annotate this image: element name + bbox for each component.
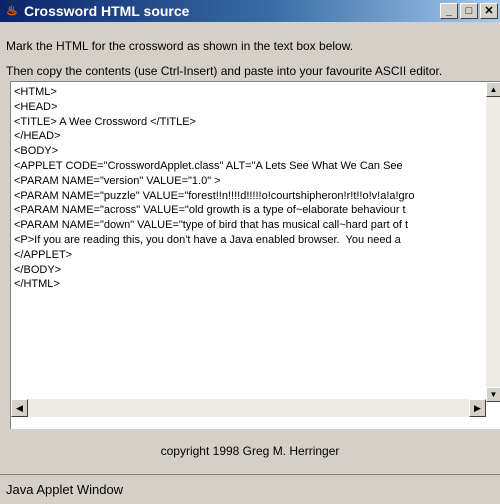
instruction-line-1: Mark the HTML for the crossword as shown…: [6, 39, 354, 53]
java-icon: ♨: [6, 3, 18, 18]
window-title: Crossword HTML source: [24, 3, 190, 19]
vertical-scrollbar[interactable]: ▲ ▼: [486, 82, 500, 402]
close-button[interactable]: ✕: [480, 3, 498, 19]
copyright-text: copyright 1998 Greg M. Herringer: [160, 444, 340, 458]
scroll-up-arrow-icon[interactable]: ▲: [486, 82, 500, 97]
minimize-button[interactable]: _: [440, 3, 458, 19]
status-bar: Java Applet Window: [0, 474, 500, 504]
scroll-right-arrow-icon[interactable]: ▶: [469, 399, 486, 417]
instruction-line-2: Then copy the contents (use Ctrl-Insert)…: [6, 64, 443, 78]
html-source-textarea[interactable]: <HTML> <HEAD> <TITLE> A Wee Crossword </…: [10, 81, 500, 429]
scroll-left-arrow-icon[interactable]: ◀: [11, 399, 28, 417]
maximize-button[interactable]: □: [460, 3, 478, 19]
horizontal-scrollbar[interactable]: ◀ ▶: [11, 399, 486, 417]
title-bar[interactable]: ♨ Crossword HTML source _ □ ✕: [0, 0, 500, 22]
horizontal-scroll-thumb[interactable]: [28, 399, 468, 417]
status-text: Java Applet Window: [6, 482, 124, 497]
html-source-text[interactable]: <HTML> <HEAD> <TITLE> A Wee Crossword </…: [14, 85, 482, 397]
scroll-down-arrow-icon[interactable]: ▼: [486, 387, 500, 402]
